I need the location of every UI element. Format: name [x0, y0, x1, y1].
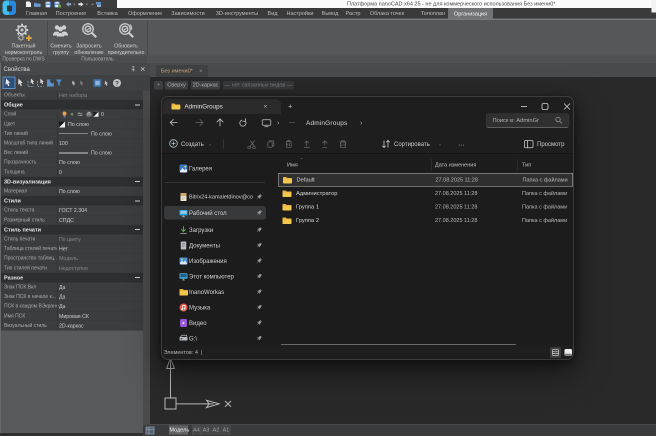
svg-text:?: ? — [115, 80, 119, 87]
